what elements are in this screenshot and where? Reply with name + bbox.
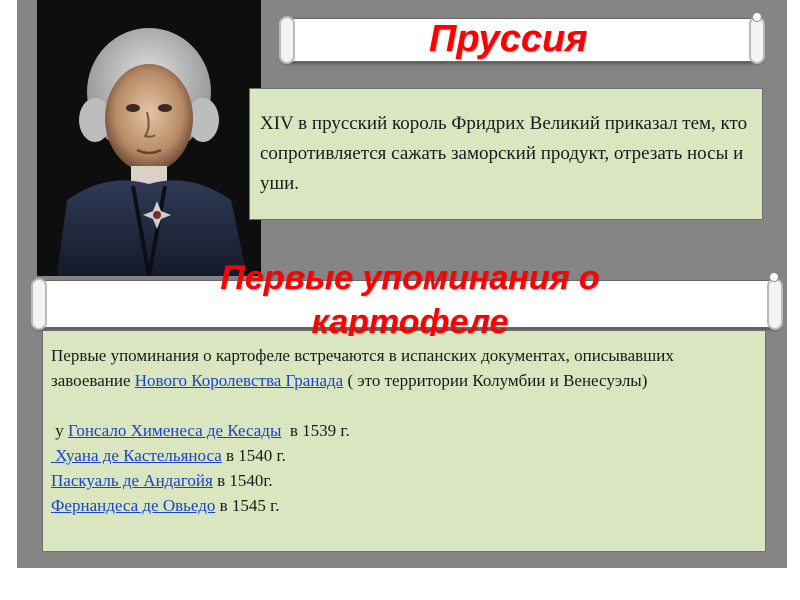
scroll-curl-left-icon: [31, 278, 47, 330]
link-castellanos[interactable]: Хуана де Кастельяноса: [51, 446, 222, 465]
link-andagoya[interactable]: Паскуаль де Андагойя: [51, 471, 213, 490]
scroll-curl-right-icon: [749, 16, 765, 64]
mention-item: Хуана де Кастельяноса в 1540 г.: [51, 443, 757, 468]
mention-year: в 1540г.: [212, 471, 273, 490]
mention-item: у Гонсало Хименеса де Кесады в 1539 г.: [51, 418, 757, 443]
text-box-king: XIV в прусский король Фридрих Великий пр…: [249, 88, 763, 220]
scroll-curl-right-icon: [767, 278, 783, 330]
portrait-image: [37, 0, 261, 276]
scroll-dot-icon: [752, 12, 762, 22]
mention-item: Фернандеса де Овьедо в 1545 г.: [51, 493, 757, 518]
king-paragraph: XIV в прусский король Фридрих Великий пр…: [260, 113, 748, 194]
link-new-granada[interactable]: Нового Королевства Гранада: [135, 371, 343, 390]
slide: Пруссия XIV в прусский король Фридрих Ве…: [17, 0, 787, 568]
scroll-dot-icon: [769, 272, 779, 282]
link-oviedo[interactable]: Фернандеса де Овьедо: [51, 496, 215, 515]
mentions-text-b: ( это территории Колумбии и Венесуэлы): [343, 371, 648, 390]
text-box-first-mentions: Первые упоминания о картофеле встречаютс…: [42, 330, 766, 552]
mention-year: в 1539 г.: [281, 421, 350, 440]
title-first-mentions: Первые упоминания о картофеле: [220, 259, 600, 336]
mention-year: в 1545 г.: [215, 496, 280, 515]
link-quesada[interactable]: Гонсало Хименеса де Кесады: [68, 421, 281, 440]
mention-prefix: у: [51, 421, 68, 440]
mention-item: Паскуаль де Андагойя в 1540г.: [51, 468, 757, 493]
scroll-curl-left-icon: [279, 16, 295, 64]
mention-year: в 1540 г.: [221, 446, 286, 465]
portrait-drawing: [37, 0, 261, 276]
title-prussia: Пруссия: [429, 18, 588, 60]
mentions-paragraph: Первые упоминания о картофеле встречаютс…: [51, 343, 757, 393]
